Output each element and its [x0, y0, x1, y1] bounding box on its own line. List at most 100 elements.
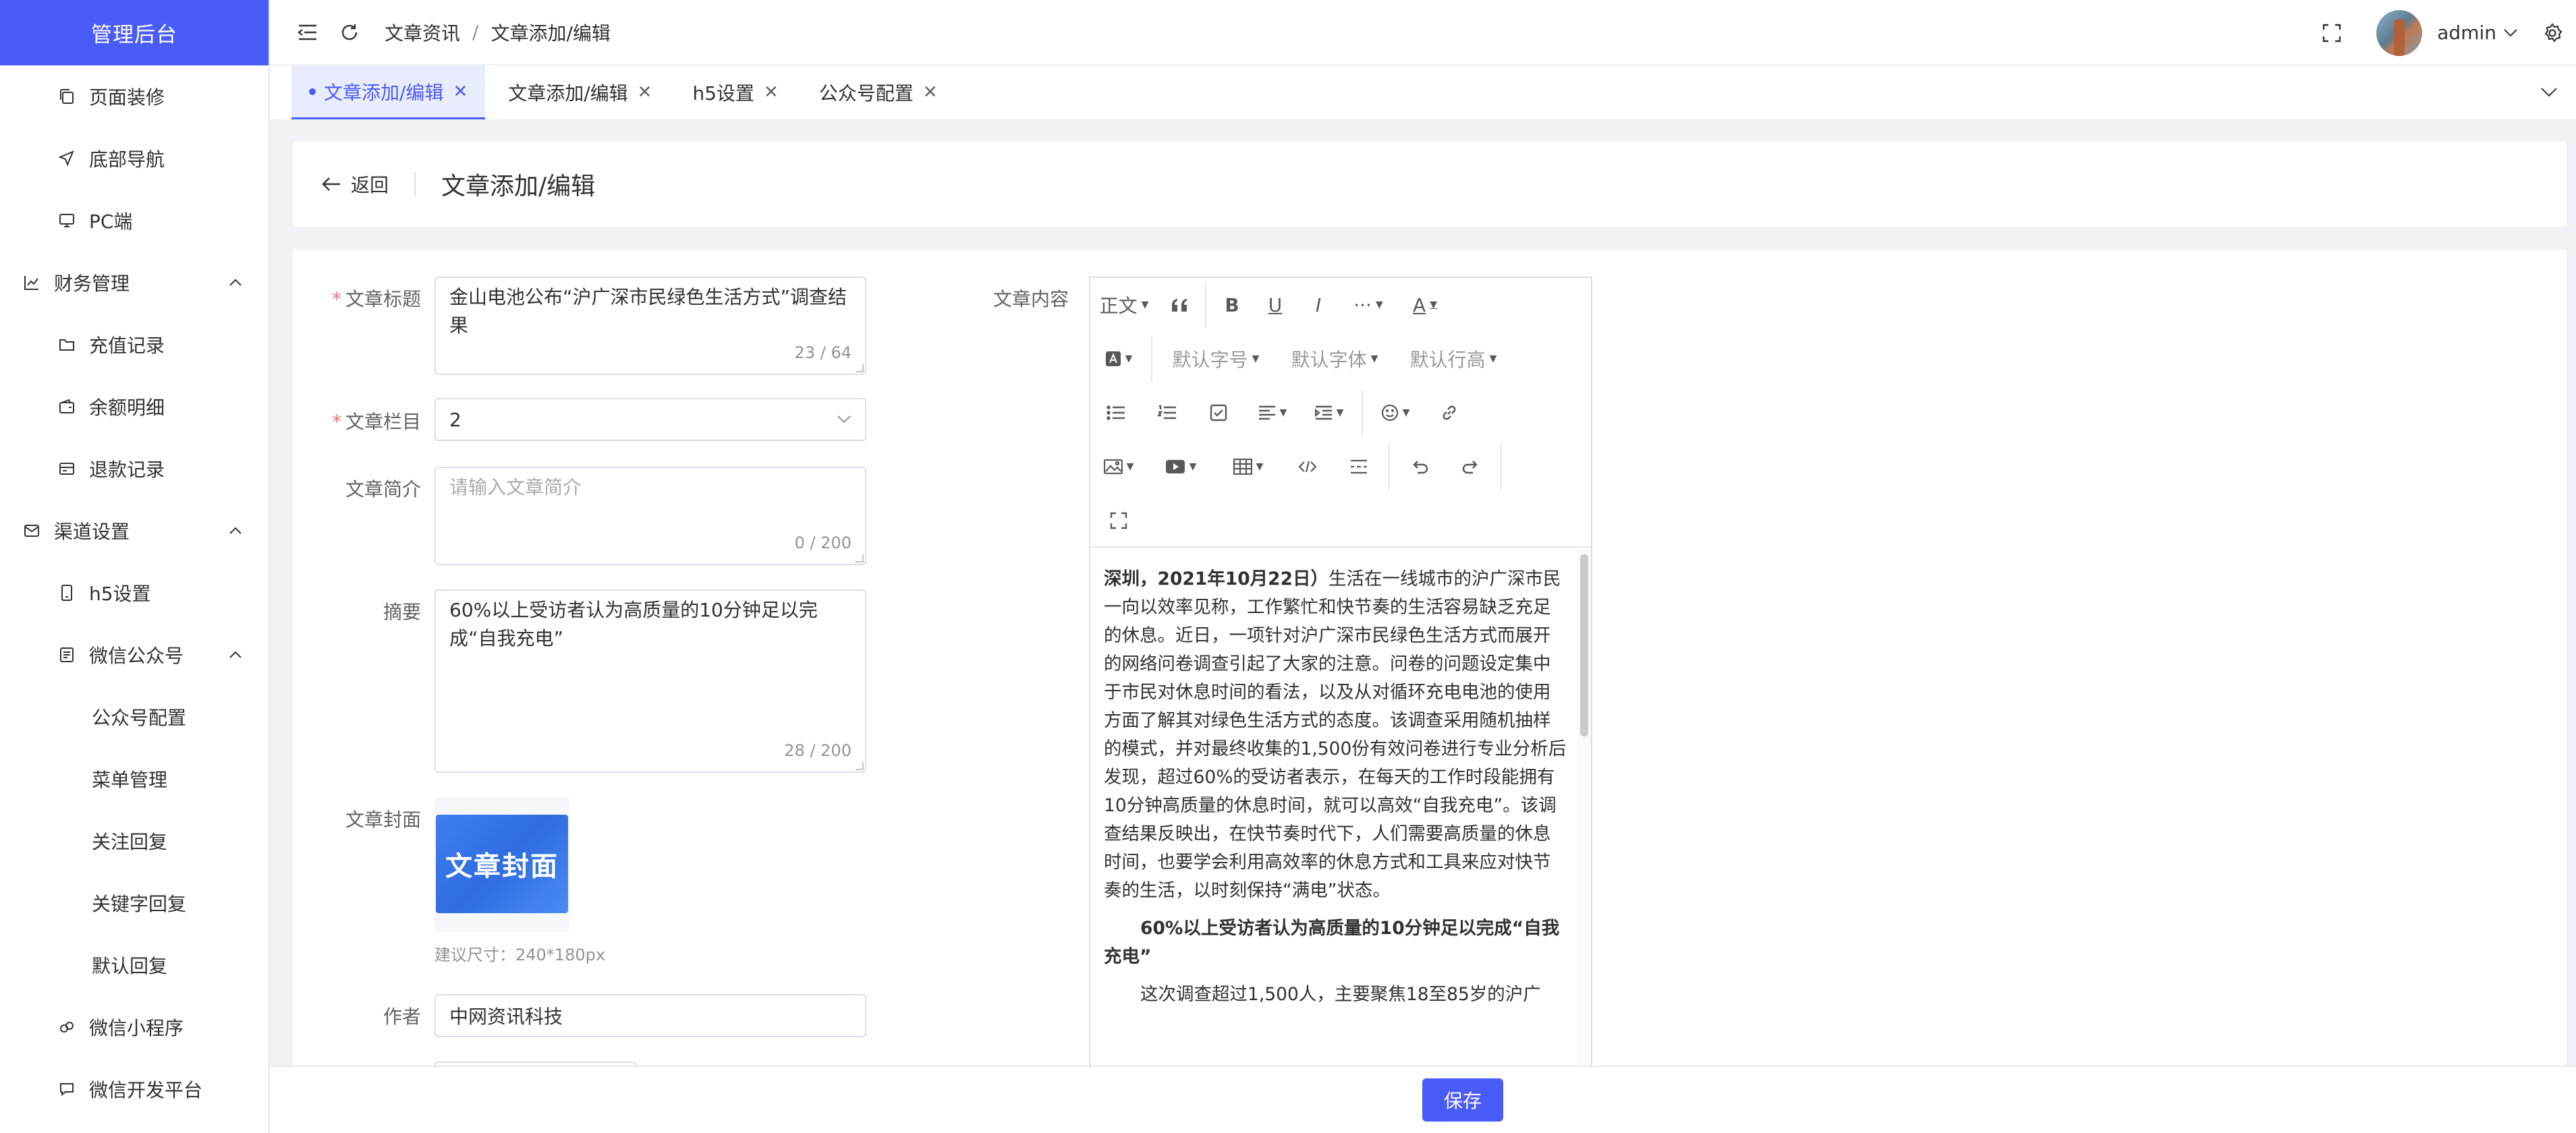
sidebar-item-default-reply[interactable]: 默认回复	[0, 934, 269, 996]
video-icon[interactable]: ▼	[1147, 440, 1214, 494]
undo-icon[interactable]	[1394, 440, 1445, 494]
sidebar-item-label: 微信公众号	[89, 645, 184, 667]
breadcrumb-item[interactable]: 文章资讯	[385, 19, 460, 46]
editor-content[interactable]: 深圳，2021年10月22日）生活在一线城市的沪广深市民一向以效率见称，工作繁忙…	[1090, 549, 1580, 1066]
justify-icon[interactable]: ▼	[1244, 386, 1301, 440]
cover-label: 文章封面	[345, 809, 421, 831]
sidebar-item-wechat-official[interactable]: 微信公众号	[0, 624, 269, 686]
fullscreen-icon[interactable]	[1090, 494, 1147, 548]
bold-icon[interactable]: B	[1210, 278, 1254, 332]
sidebar: 管理后台 页面装修 底部导航 PC端 财务管理 充值记录 余额明细 退款记录 渠…	[0, 0, 270, 1133]
save-button[interactable]: 保存	[1422, 1078, 1503, 1122]
chevron-down-icon	[837, 415, 851, 424]
toolbar-row: ▼ ▼ ▼	[1090, 440, 1506, 494]
chevron-up-icon	[227, 646, 244, 664]
font-family-select[interactable]: 默认字体 ▼	[1275, 332, 1394, 386]
sidebar-item-recharge[interactable]: 充值记录	[0, 314, 269, 376]
line-height-select[interactable]: 默认行高 ▼	[1394, 332, 1513, 386]
sidebar-item-miniprogram[interactable]: 微信小程序	[0, 996, 269, 1058]
tab-label: 文章添加/编辑	[508, 82, 628, 105]
link-icon[interactable]	[1424, 386, 1475, 440]
sidebar-item-label: 菜单管理	[92, 769, 168, 791]
back-button[interactable]: 返回	[321, 171, 389, 198]
sidebar-item-label: 关注回复	[92, 831, 168, 853]
tab-article-edit[interactable]: 文章添加/编辑 ✕	[491, 65, 669, 119]
sidebar-item-label: 微信开发平台	[89, 1079, 203, 1101]
sidebar-item-menu-manage[interactable]: 菜单管理	[0, 748, 269, 810]
tab-h5-settings[interactable]: h5设置 ✕	[675, 65, 795, 119]
tab-article-edit-active[interactable]: 文章添加/编辑 ✕	[291, 65, 486, 119]
sidebar-item-balance[interactable]: 余额明细	[0, 376, 269, 438]
active-dot	[309, 88, 316, 95]
numbered-list-icon[interactable]	[1142, 386, 1193, 440]
avatar[interactable]	[2376, 9, 2423, 56]
breadcrumb-item-current: 文章添加/编辑	[491, 22, 611, 45]
scrollbar-thumb[interactable]	[1580, 554, 1588, 736]
font-color-icon[interactable]: A ▼	[1397, 278, 1453, 332]
italic-icon[interactable]: I	[1297, 278, 1340, 332]
footer-bar: 保存	[270, 1066, 2576, 1133]
title-textarea[interactable]: 金山电池公布“沪广深市民绿色生活方式”调查结果 23 / 64	[435, 277, 866, 375]
resize-handle[interactable]	[856, 762, 864, 770]
tab-official-config[interactable]: 公众号配置 ✕	[802, 65, 955, 119]
sidebar-item-refund[interactable]: 退款记录	[0, 438, 269, 500]
breadcrumb-separator: /	[472, 21, 479, 43]
fullscreen-icon[interactable]	[2320, 21, 2344, 45]
underline-icon[interactable]: U	[1254, 278, 1297, 332]
close-icon[interactable]: ✕	[638, 82, 652, 103]
sidebar-item-bottom-nav[interactable]: 底部导航	[0, 127, 269, 190]
font-size-select[interactable]: 默认字号 ▼	[1156, 332, 1275, 386]
image-icon[interactable]: ▼	[1090, 440, 1147, 494]
chevron-down-icon[interactable]	[2537, 80, 2561, 105]
sidebar-item-h5[interactable]: h5设置	[0, 562, 269, 624]
emoji-icon[interactable]: ▼	[1367, 386, 1424, 440]
sidebar-item-pc[interactable]: PC端	[0, 190, 269, 252]
brand-title[interactable]: 管理后台	[0, 0, 269, 65]
title-count: 23 / 64	[794, 343, 851, 362]
editor-scrollbar[interactable]	[1577, 549, 1591, 1066]
quote-icon[interactable]	[1158, 278, 1201, 332]
content-paragraph: 深圳，2021年10月22日）生活在一线城市的沪广深市民一向以效率见称，工作繁忙…	[1104, 569, 1567, 901]
refresh-icon[interactable]	[337, 20, 362, 45]
divider	[414, 172, 416, 196]
sidebar-item-label: 余额明细	[89, 397, 165, 419]
indent-icon[interactable]: ▼	[1301, 386, 1357, 440]
author-input[interactable]: 中网资讯科技	[435, 994, 866, 1037]
top-header: 文章资讯 / 文章添加/编辑 admin	[270, 0, 2576, 65]
more-icon[interactable]: ··· ▼	[1340, 278, 1397, 332]
intro-textarea[interactable]: 请输入文章简介 0 / 200	[435, 467, 866, 565]
divider-icon[interactable]	[1333, 440, 1384, 494]
tab-label: 文章添加/编辑	[324, 81, 444, 104]
author-label: 作者	[383, 1006, 421, 1028]
table-icon[interactable]: ▼	[1214, 440, 1282, 494]
menu-fold-icon[interactable]	[296, 20, 320, 45]
user-name[interactable]: admin	[2437, 22, 2496, 44]
close-icon[interactable]: ✕	[453, 82, 468, 102]
monitor-icon	[57, 210, 77, 231]
sidebar-item-keyword-reply[interactable]: 关键字回复	[0, 872, 269, 934]
sidebar-item-open-platform[interactable]: 微信开发平台	[0, 1058, 269, 1120]
gear-icon[interactable]	[2542, 22, 2563, 43]
paragraph-select[interactable]: 正文 ▼	[1090, 278, 1158, 332]
redo-icon[interactable]	[1445, 440, 1496, 494]
sidebar-item-channel[interactable]: 渠道设置	[0, 500, 269, 562]
sidebar-item-label: PC端	[89, 210, 133, 233]
resize-handle[interactable]	[856, 364, 864, 372]
abstract-textarea[interactable]: 60%以上受访者认为高质量的10分钟足以完成“自我充电” 28 / 200	[435, 589, 866, 773]
cover-upload[interactable]: 文章封面	[435, 797, 569, 932]
sidebar-item-official-config[interactable]: 公众号配置	[0, 686, 269, 748]
close-icon[interactable]: ✕	[923, 82, 938, 103]
chat-icon	[57, 1079, 77, 1099]
sidebar-item-label: 底部导航	[89, 148, 165, 171]
close-icon[interactable]: ✕	[764, 82, 779, 103]
code-icon[interactable]	[1282, 440, 1333, 494]
background-color-icon[interactable]: ▼	[1090, 332, 1147, 386]
sidebar-item-finance[interactable]: 财务管理	[0, 252, 269, 314]
sidebar-item-page-decoration[interactable]: 页面装修	[0, 65, 269, 127]
chevron-down-icon[interactable]	[2503, 28, 2518, 38]
column-select[interactable]: 2	[435, 398, 866, 441]
sidebar-item-follow-reply[interactable]: 关注回复	[0, 810, 269, 872]
bulleted-list-icon[interactable]	[1090, 386, 1142, 440]
resize-handle[interactable]	[856, 554, 864, 562]
todo-icon[interactable]	[1193, 386, 1244, 440]
